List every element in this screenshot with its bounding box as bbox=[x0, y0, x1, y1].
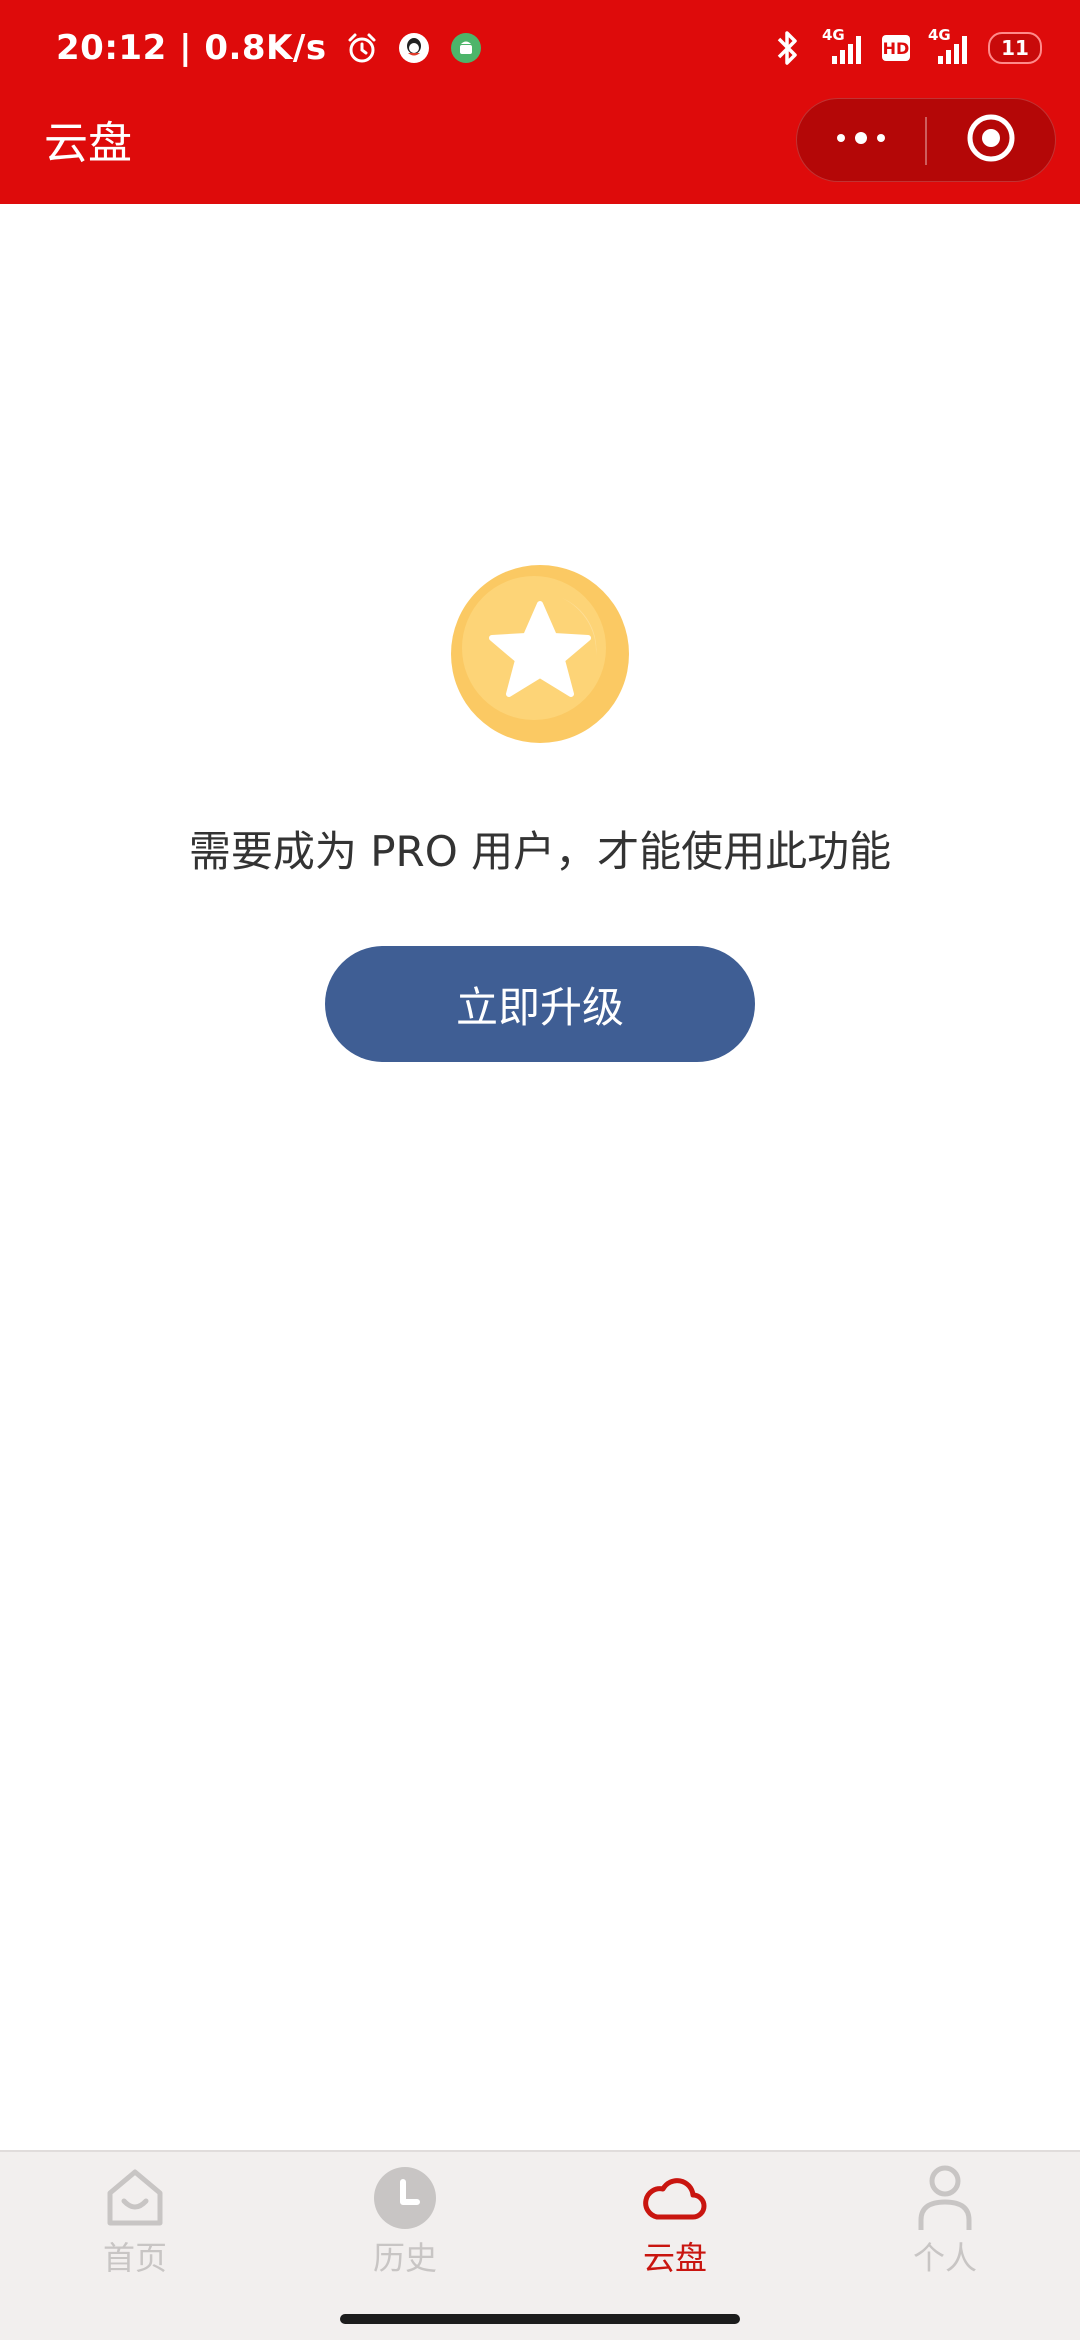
main-content: 需要成为 PRO 用户，才能使用此功能 立即升级 bbox=[0, 204, 1080, 2150]
bottom-tab-bar: 首页 历史 云盘 个人 bbox=[0, 2150, 1080, 2296]
qq-icon bbox=[397, 31, 431, 65]
more-dots-icon bbox=[833, 128, 889, 152]
tab-label: 首页 bbox=[102, 2239, 167, 2277]
pro-star-badge-icon bbox=[450, 564, 630, 744]
signal-icon: 4G bbox=[818, 26, 868, 68]
upgrade-now-button[interactable]: 立即升级 bbox=[325, 946, 755, 1062]
status-time-speed: 20:12 | 0.8K/s bbox=[56, 28, 327, 68]
tab-history[interactable]: 历史 bbox=[270, 2152, 540, 2296]
more-button[interactable] bbox=[797, 99, 925, 181]
mini-program-capsule bbox=[796, 98, 1056, 182]
home-icon bbox=[101, 2164, 169, 2232]
target-close-icon bbox=[965, 112, 1017, 168]
title-row: 云盘 bbox=[0, 96, 1080, 204]
close-button[interactable] bbox=[927, 99, 1055, 181]
person-icon bbox=[911, 2164, 979, 2232]
status-left: 20:12 | 0.8K/s bbox=[56, 22, 483, 74]
tab-label: 历史 bbox=[372, 2239, 437, 2277]
header: 20:12 | 0.8K/s 4G HD 4G 11 云盘 bbox=[0, 0, 1080, 204]
tab-home[interactable]: 首页 bbox=[0, 2152, 270, 2296]
battery-indicator: 11 bbox=[988, 32, 1042, 64]
status-right: 4G HD 4G 11 bbox=[770, 22, 1042, 74]
tab-label: 个人 bbox=[912, 2239, 977, 2277]
android-notification-icon bbox=[449, 31, 483, 65]
tab-label: 云盘 bbox=[642, 2239, 707, 2277]
bluetooth-icon bbox=[770, 31, 804, 65]
status-bar: 20:12 | 0.8K/s 4G HD 4G 11 bbox=[0, 0, 1080, 96]
page-title: 云盘 bbox=[44, 118, 132, 169]
system-gesture-area bbox=[0, 2296, 1080, 2340]
tab-profile[interactable]: 个人 bbox=[810, 2152, 1080, 2296]
home-indicator[interactable] bbox=[340, 2314, 740, 2324]
signal-icon: 4G bbox=[924, 26, 974, 68]
tab-cloud-drive[interactable]: 云盘 bbox=[540, 2152, 810, 2296]
cloud-icon bbox=[641, 2164, 709, 2232]
pro-required-notice: 需要成为 PRO 用户，才能使用此功能 bbox=[188, 827, 892, 876]
alarm-icon bbox=[345, 31, 379, 65]
app-screen: 20:12 | 0.8K/s 4G HD 4G 11 云盘 需要成为 PRO 用… bbox=[0, 0, 1080, 2340]
clock-icon bbox=[371, 2164, 439, 2232]
hd-badge: HD bbox=[882, 35, 910, 61]
